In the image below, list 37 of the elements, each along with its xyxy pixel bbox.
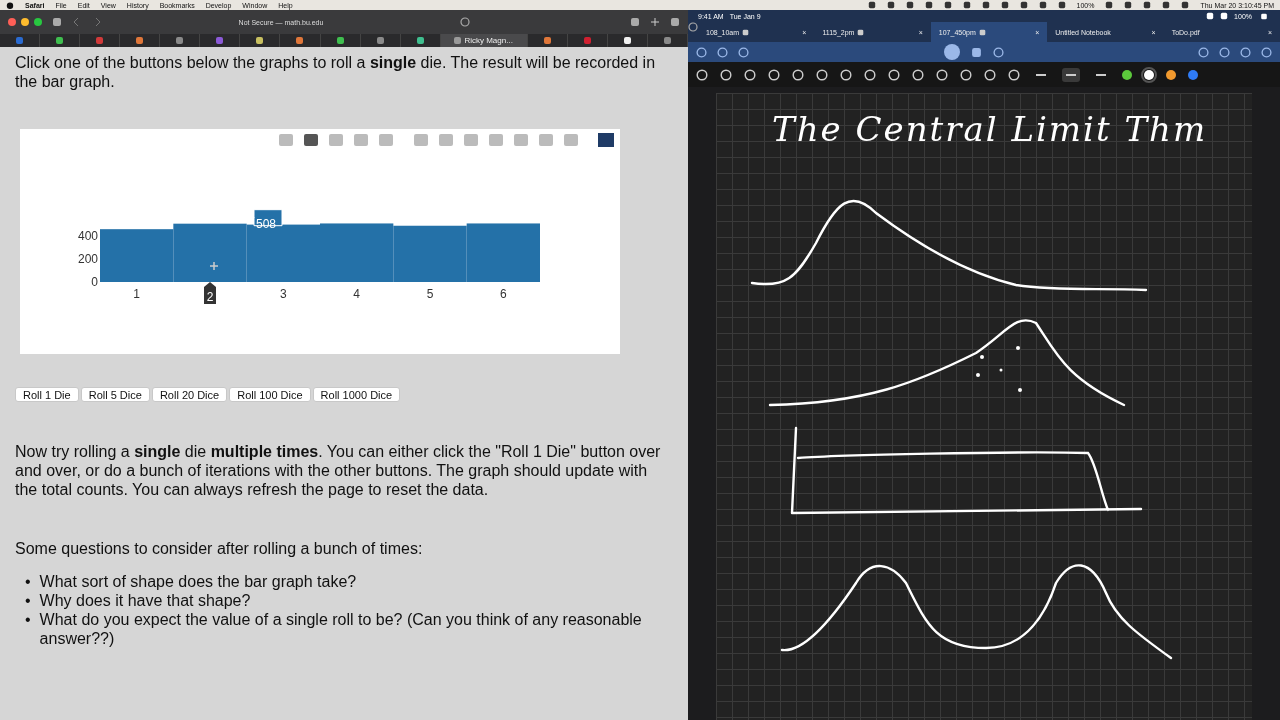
x-tick-label: 2: [206, 290, 214, 304]
roll-button[interactable]: Roll 100 Dice: [229, 387, 311, 402]
color-swatch[interactable]: [1166, 69, 1176, 80]
y-tick-label: 400: [77, 229, 98, 244]
x-tick-label: 3: [280, 287, 287, 301]
color-swatch[interactable]: [1188, 69, 1198, 80]
x-tick-label: 6: [500, 287, 507, 301]
stroke-width-option[interactable]: [1062, 67, 1080, 82]
roll-button[interactable]: Roll 20 Dice: [151, 387, 228, 402]
axis-hover-label: 2: [204, 282, 216, 304]
reload-icon[interactable]: [460, 17, 470, 27]
y-tick-label: 0: [91, 275, 98, 289]
bullet: •: [25, 572, 31, 591]
roll-button[interactable]: Roll 1 Die: [15, 387, 79, 402]
minimize-icon[interactable]: [21, 18, 29, 26]
roll-button[interactable]: Roll 1000 Dice: [312, 387, 401, 402]
question-item: What do you expect the value of a single roll to be? (Can you think of any reasonable answer??): [39, 610, 643, 648]
close-icon[interactable]: [8, 18, 16, 26]
bullet: •: [25, 610, 31, 630]
apple-icon[interactable]: [6, 1, 14, 9]
bullet: •: [25, 591, 31, 610]
color-swatch[interactable]: [1122, 69, 1132, 80]
question-item: Why does it have that shape?: [39, 591, 251, 610]
questions-intro: Some questions to consider after rolling a bunch of times:: [15, 539, 424, 558]
instructions-text: Now try rolling a single die multiple times. You can either click the "Roll 1 Die" button over and over, or do a bunch of iterations with the other buttons. The graph should update with the total counts. You can always refresh the page to reset the data.: [15, 442, 662, 499]
question-item: What sort of shape does the bar graph take?: [39, 572, 357, 591]
x-tick-label: 5: [426, 287, 434, 301]
new-tab-icon[interactable]: [650, 17, 660, 27]
color-swatch[interactable]: [1144, 69, 1154, 80]
intro-text: Click one of the buttons below the graphs to roll a single die. The result will be recorded in the bar graph.: [15, 53, 657, 91]
cursor-icon: [209, 261, 219, 271]
x-tick-label: 4: [353, 287, 360, 301]
y-tick-label: 200: [77, 252, 98, 267]
handwritten-title: The Central Limit Thm: [772, 109, 1208, 149]
roll-button[interactable]: Roll 5 Dice: [80, 387, 150, 402]
browser-tab[interactable]: Ricky Magn...: [440, 34, 528, 47]
x-tick-label: 1: [133, 287, 140, 301]
